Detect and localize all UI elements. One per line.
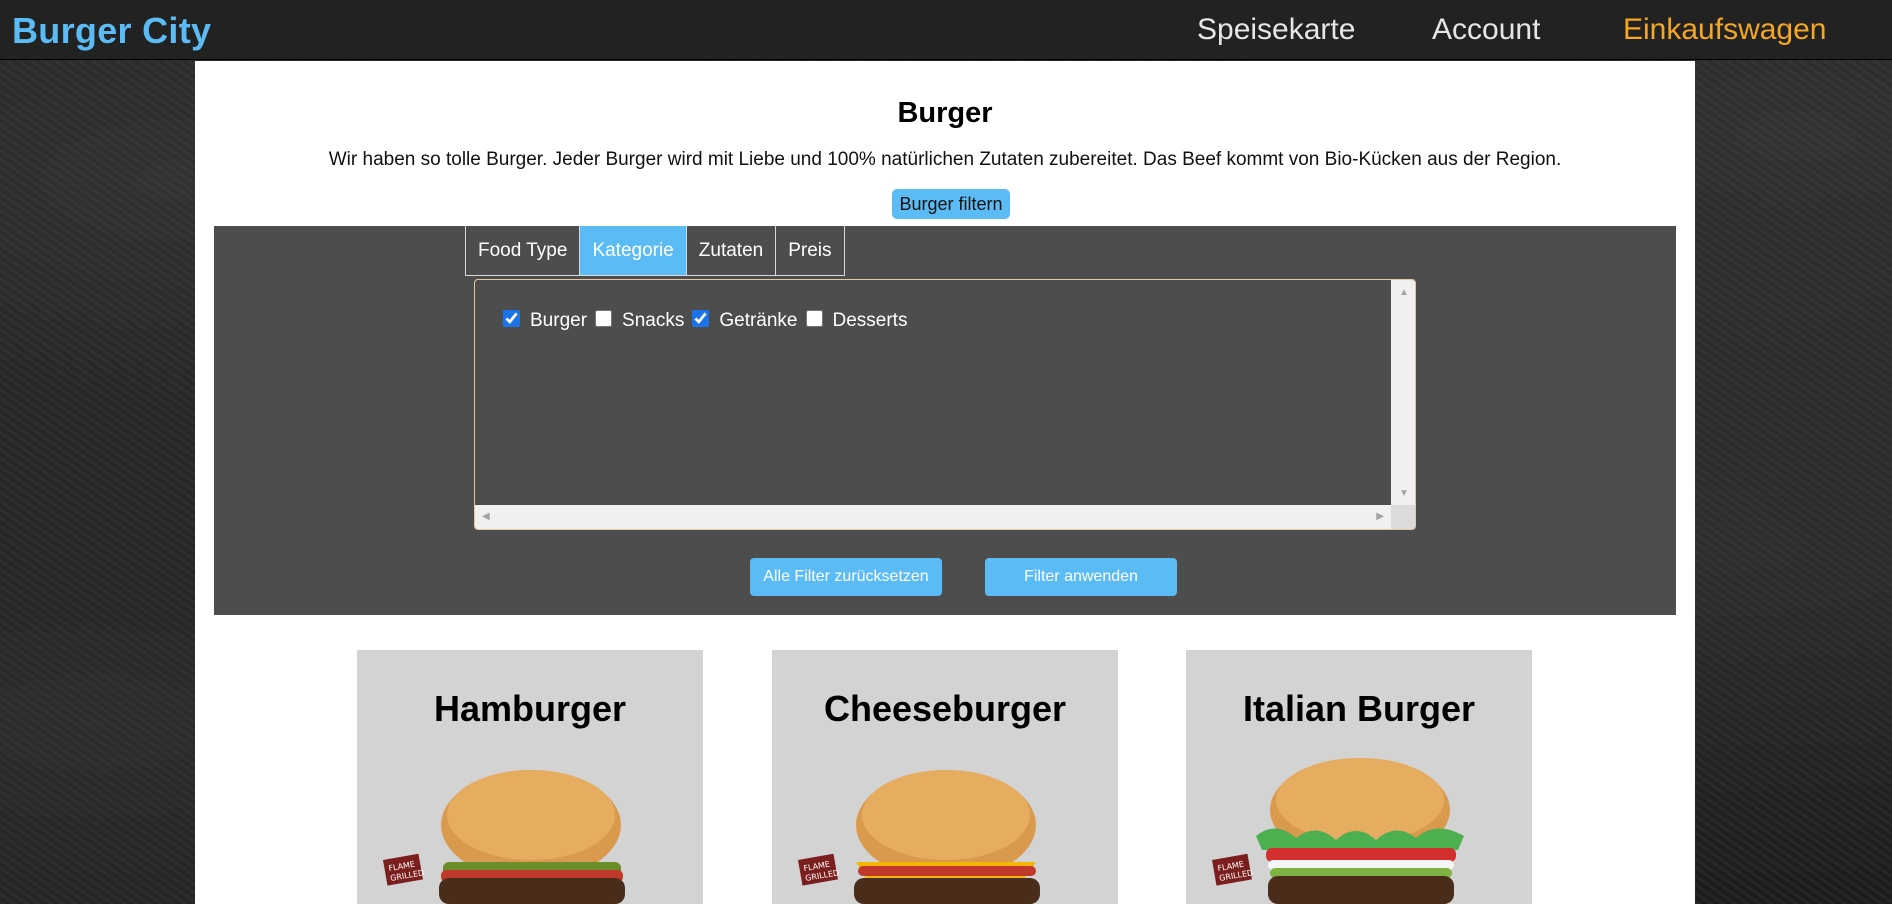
- hamburger-image: FLAME GRILLED: [383, 770, 625, 904]
- category-label-getraenke: Getränke: [719, 310, 798, 331]
- filter-tabs: Food Type Kategorie Zutaten Preis: [465, 226, 845, 276]
- category-option-desserts[interactable]: Desserts: [805, 309, 908, 332]
- scroll-left-icon[interactable]: ◀: [482, 512, 490, 522]
- category-filter-box: Burger Snacks Getränke Desserts ▲ ▼ ◀ ▶: [474, 279, 1416, 530]
- reset-filters-button[interactable]: Alle Filter zurücksetzen: [750, 558, 942, 596]
- category-option-getraenke[interactable]: Getränke: [692, 309, 798, 332]
- horizontal-scrollbar[interactable]: ◀ ▶: [475, 505, 1391, 529]
- scroll-down-icon[interactable]: ▼: [1399, 489, 1409, 499]
- category-label-desserts: Desserts: [832, 310, 908, 331]
- burger-filter-toggle-button[interactable]: Burger filtern: [892, 189, 1010, 219]
- category-checkbox-getraenke[interactable]: [692, 309, 710, 327]
- tab-preis[interactable]: Preis: [776, 226, 843, 275]
- intro-text: Wir haben so tolle Burger. Jeder Burger …: [328, 149, 1562, 170]
- nav-link-account[interactable]: Account: [1432, 13, 1540, 47]
- category-label-burger: Burger: [530, 310, 588, 331]
- nav-link-speisekarte[interactable]: Speisekarte: [1197, 13, 1355, 47]
- cheeseburger-image: FLAME GRILLED: [798, 770, 1040, 904]
- top-navbar: Burger City Speisekarte Account Einkaufs…: [0, 0, 1892, 60]
- category-checkbox-burger[interactable]: [503, 309, 520, 327]
- tab-kategorie[interactable]: Kategorie: [580, 226, 687, 275]
- nav-link-einkaufswagen[interactable]: Einkaufswagen: [1623, 13, 1826, 47]
- product-card-italian-burger[interactable]: Italian Burger FLAME GRILLED: [1186, 650, 1532, 904]
- apply-filters-button[interactable]: Filter anwenden: [985, 558, 1177, 596]
- category-option-snacks[interactable]: Snacks: [595, 309, 685, 332]
- category-option-burger[interactable]: Burger: [503, 309, 588, 332]
- category-checkbox-snacks[interactable]: [595, 309, 613, 327]
- product-card-hamburger[interactable]: Hamburger FLAME GRILLED: [357, 650, 703, 904]
- filter-panel: Food Type Kategorie Zutaten Preis Burger…: [214, 226, 1676, 615]
- page-title: Burger: [897, 97, 993, 129]
- product-card-cheeseburger[interactable]: Cheeseburger FLAME GRILLED: [772, 650, 1118, 904]
- italian-burger-image: FLAME GRILLED: [1212, 758, 1464, 904]
- category-checkbox-desserts[interactable]: [805, 309, 823, 327]
- tab-food-type[interactable]: Food Type: [466, 226, 581, 275]
- scroll-right-icon[interactable]: ▶: [1376, 512, 1384, 522]
- category-checkbox-list: Burger Snacks Getränke Desserts: [503, 309, 915, 332]
- scroll-up-icon[interactable]: ▲: [1399, 288, 1409, 298]
- scrollbar-corner: [1391, 505, 1415, 529]
- main-content: Burger Wir haben so tolle Burger. Jeder …: [195, 61, 1695, 904]
- vertical-scrollbar[interactable]: ▲ ▼: [1391, 280, 1415, 507]
- brand-logo[interactable]: Burger City: [12, 10, 211, 52]
- tab-zutaten[interactable]: Zutaten: [687, 226, 777, 275]
- category-label-snacks: Snacks: [622, 310, 685, 331]
